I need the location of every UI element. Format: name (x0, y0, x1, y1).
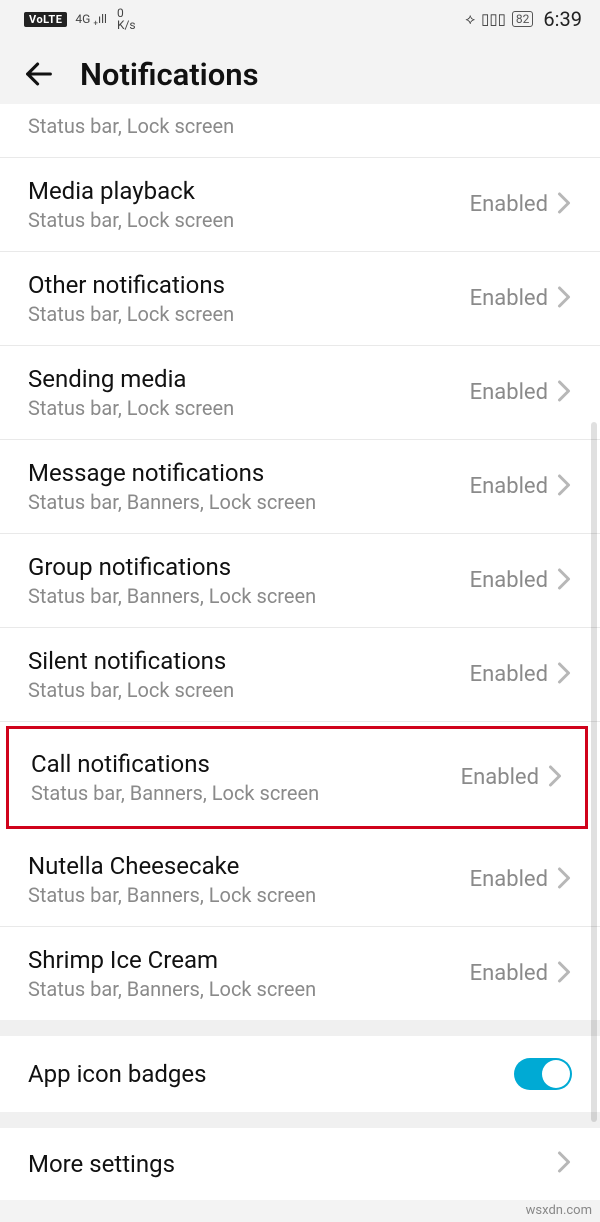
list-item-left: Silent notificationsStatus bar, Lock scr… (28, 646, 470, 703)
list-item[interactable]: Other notificationsStatus bar, Lock scre… (0, 252, 600, 346)
list-item-sub: Status bar, Banners, Lock screen (28, 584, 470, 609)
list-item-right: Enabled (470, 191, 572, 219)
chevron-right-icon (556, 866, 572, 894)
list-item-left: Nutella CheesecakeStatus bar, Banners, L… (28, 851, 470, 908)
list-item-status: Enabled (470, 961, 548, 986)
chevron-right-icon (556, 285, 572, 313)
status-right: ⟡ ▯▯▯ 82 6:39 (465, 7, 582, 31)
list-item-status: Enabled (470, 867, 548, 892)
list-item-left: Sending mediaStatus bar, Lock screen (28, 364, 470, 421)
back-icon[interactable] (22, 57, 56, 91)
list-item-left: Shrimp Ice CreamStatus bar, Banners, Loc… (28, 945, 470, 1002)
list-item-title: Media playback (28, 176, 470, 206)
list-item-title: Group notifications (28, 552, 470, 582)
list-item-left: Other notificationsStatus bar, Lock scre… (28, 270, 470, 327)
notification-list: Media playbackStatus bar, Lock screenEna… (0, 158, 600, 1020)
list-item-right: Enabled (470, 567, 572, 595)
highlighted-item: Call notificationsStatus bar, Banners, L… (6, 726, 588, 829)
page-title: Notifications (80, 56, 259, 93)
volte-badge: VoLTE (24, 12, 67, 27)
list-item-left: Call notificationsStatus bar, Banners, L… (31, 749, 461, 806)
list-item-right: Enabled (470, 473, 572, 501)
list-item-status: Enabled (470, 662, 548, 687)
list-item-status: Enabled (470, 192, 548, 217)
network-speed: 0K/s (117, 7, 136, 31)
clock: 6:39 (543, 7, 582, 31)
list-item-sub: Status bar, Lock screen (28, 114, 572, 139)
list-item[interactable]: Call notificationsStatus bar, Banners, L… (9, 729, 585, 826)
list-item-title: Sending media (28, 364, 470, 394)
list-item-status: Enabled (470, 474, 548, 499)
list-item-right: Enabled (470, 285, 572, 313)
list-item[interactable]: Message notificationsStatus bar, Banners… (0, 440, 600, 534)
app-header: Notifications (0, 38, 600, 110)
list-item-right: Enabled (470, 866, 572, 894)
list-item-sub: Status bar, Banners, Lock screen (28, 977, 470, 1002)
more-settings-row[interactable]: More settings (0, 1128, 600, 1200)
section-gap (0, 1112, 600, 1128)
list-item-right: Enabled (470, 661, 572, 689)
list-item-right: Enabled (461, 764, 563, 792)
list-item-sub: Status bar, Lock screen (28, 678, 470, 703)
list-item[interactable]: Sending mediaStatus bar, Lock screenEnab… (0, 346, 600, 440)
chevron-right-icon (556, 567, 572, 595)
list-item-sub: Status bar, Banners, Lock screen (28, 883, 470, 908)
list-item-sub: Status bar, Lock screen (28, 302, 470, 327)
network-indicator: 4G ₊ıll (75, 12, 107, 26)
chevron-right-icon (556, 661, 572, 689)
app-icon-badges-label: App icon badges (28, 1060, 207, 1088)
list-item-right: Enabled (470, 379, 572, 407)
list-item[interactable]: Shrimp Ice CreamStatus bar, Banners, Loc… (0, 927, 600, 1020)
watermark: wsxdn.com (526, 1203, 592, 1218)
toggle-switch[interactable] (514, 1058, 572, 1090)
chevron-right-icon (556, 1150, 572, 1178)
chevron-right-icon (556, 191, 572, 219)
list-item-left: Media playbackStatus bar, Lock screen (28, 176, 470, 233)
list-item[interactable]: Group notificationsStatus bar, Banners, … (0, 534, 600, 628)
list-item-status: Enabled (470, 380, 548, 405)
vibrate-icon: ▯▯▯ (481, 10, 506, 28)
app-icon-badges-row[interactable]: App icon badges (0, 1036, 600, 1112)
list-item-left: Group notificationsStatus bar, Banners, … (28, 552, 470, 609)
section-gap (0, 1020, 600, 1036)
list-item-title: Silent notifications (28, 646, 470, 676)
list-item-left: Message notificationsStatus bar, Banners… (28, 458, 470, 515)
chevron-right-icon (556, 960, 572, 988)
list-item[interactable]: Nutella CheesecakeStatus bar, Banners, L… (0, 833, 600, 927)
toggle-knob (542, 1060, 570, 1088)
bluetooth-icon: ⟡ (465, 10, 475, 28)
more-settings-label: More settings (28, 1150, 175, 1178)
list-item-right: Enabled (470, 960, 572, 988)
list-item-title: Call notifications (31, 749, 461, 779)
status-bar: VoLTE 4G ₊ıll 0K/s ⟡ ▯▯▯ 82 6:39 (0, 0, 600, 38)
list-item-status: Enabled (470, 286, 548, 311)
chevron-right-icon (547, 764, 563, 792)
chevron-right-icon (556, 473, 572, 501)
list-item-sub: Status bar, Lock screen (28, 396, 470, 421)
battery-indicator: 82 (512, 11, 534, 27)
status-left: VoLTE 4G ₊ıll 0K/s (24, 7, 136, 31)
scrollbar[interactable] (591, 422, 597, 1122)
list-item-title: Message notifications (28, 458, 470, 488)
list-item-sub: Status bar, Banners, Lock screen (31, 781, 461, 806)
list-item[interactable]: Silent notificationsStatus bar, Lock scr… (0, 628, 600, 722)
list-item-title: Shrimp Ice Cream (28, 945, 470, 975)
list-item-title: Nutella Cheesecake (28, 851, 470, 881)
list-item-status: Enabled (470, 568, 548, 593)
chevron-right-icon (556, 379, 572, 407)
list-item-partial[interactable]: ▄▄▄▄ ▄▄▄ ▄▄▄▄ ▄▄▄▄▄ Status bar, Lock scr… (0, 104, 600, 158)
list-item-sub: Status bar, Lock screen (28, 208, 470, 233)
list-item[interactable]: Media playbackStatus bar, Lock screenEna… (0, 158, 600, 252)
list-item-sub: Status bar, Banners, Lock screen (28, 490, 470, 515)
content: ▄▄▄▄ ▄▄▄ ▄▄▄▄ ▄▄▄▄▄ Status bar, Lock scr… (0, 104, 600, 1020)
list-item-title: Other notifications (28, 270, 470, 300)
list-item-status: Enabled (461, 765, 539, 790)
